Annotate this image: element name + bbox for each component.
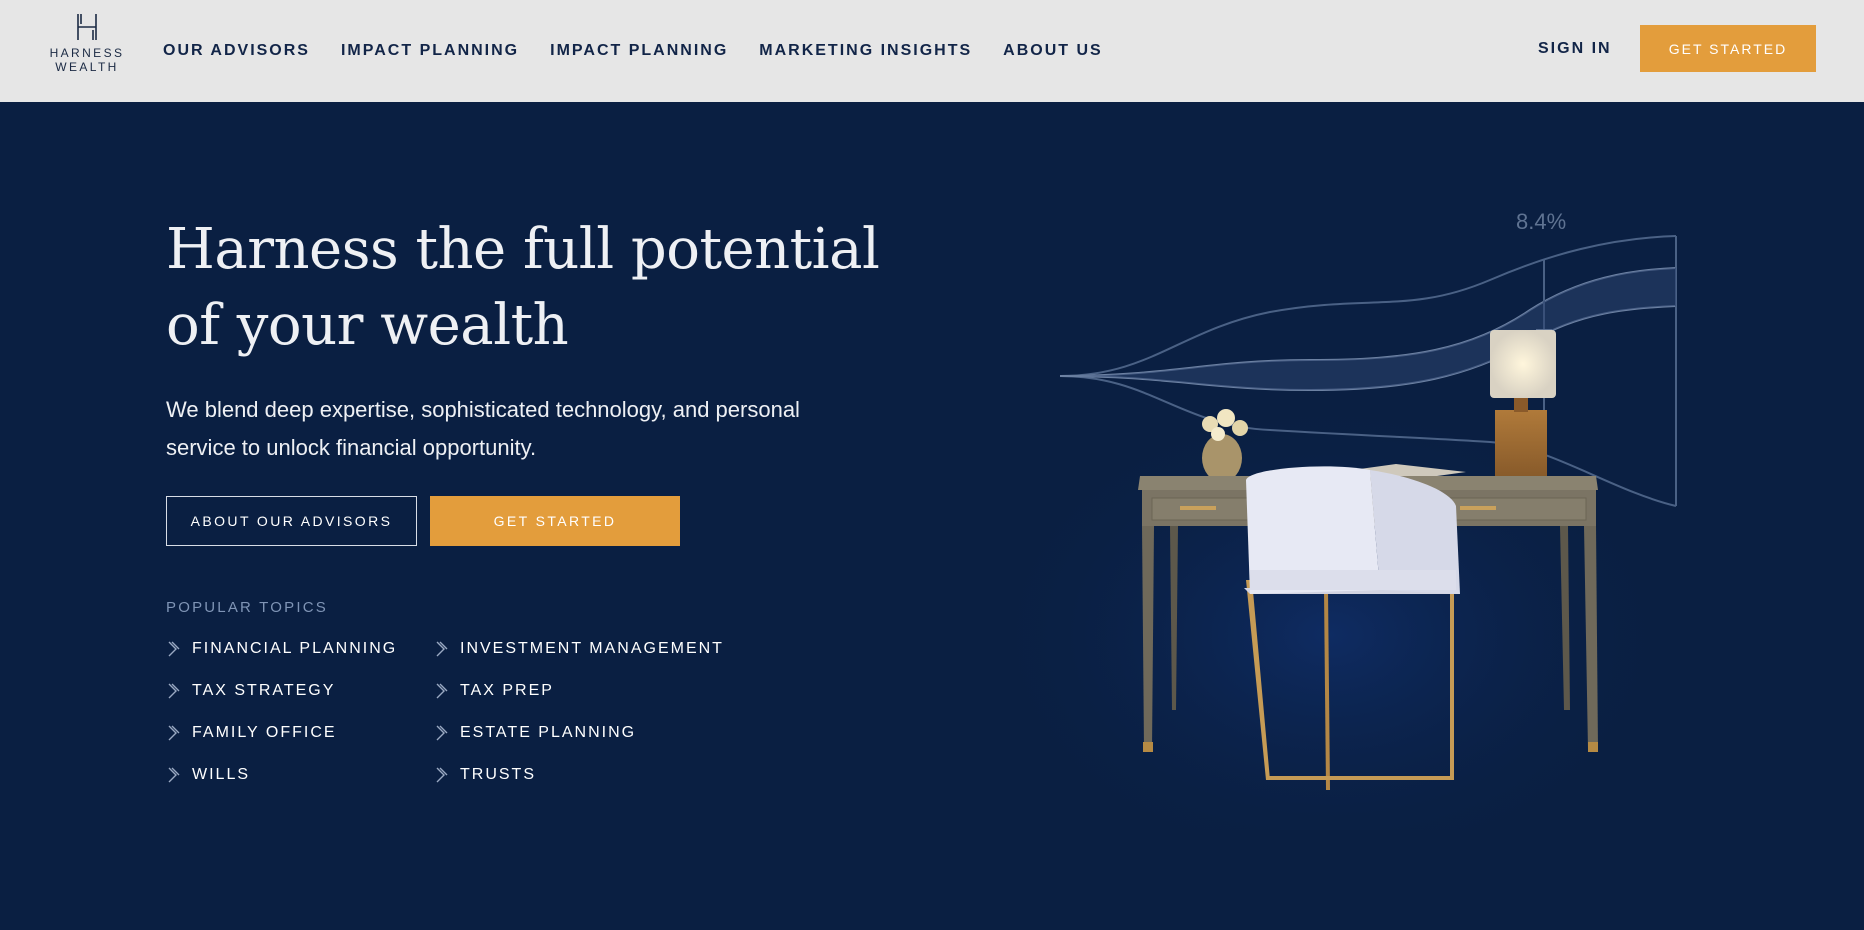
nav-link-our-advisors[interactable]: OUR ADVISORS: [163, 42, 310, 60]
chevron-right-icon: [436, 683, 448, 699]
chevron-right-icon: [436, 725, 448, 741]
nav-get-started-button[interactable]: GET STARTED: [1640, 25, 1816, 72]
topic-link-investment-management[interactable]: INVESTMENT MANAGEMENT: [434, 640, 724, 658]
topic-link-tax-prep[interactable]: TAX PREP: [434, 682, 554, 700]
chevron-right-icon: [436, 767, 448, 783]
topic-link-family-office[interactable]: FAMILY OFFICE: [166, 724, 337, 742]
nav-links: OUR ADVISORS IMPACT PLANNING IMPACT PLAN…: [163, 0, 1134, 102]
desk-growth-illustration: [970, 235, 1690, 830]
ambient-glow: [970, 360, 1690, 830]
sign-in-link[interactable]: SIGN IN: [1538, 40, 1612, 58]
logo-wordmark: HARNESS WEALTH: [49, 46, 125, 74]
hero-title: Harness the full potential of your wealt…: [166, 217, 880, 358]
topic-link-trusts[interactable]: TRUSTS: [434, 766, 536, 784]
nav-link-impact-planning[interactable]: IMPACT PLANNING: [341, 42, 519, 60]
topic-link-tax-strategy[interactable]: TAX STRATEGY: [166, 682, 335, 700]
chevron-right-icon: [168, 683, 180, 699]
chevron-right-icon: [436, 641, 448, 657]
nav-link-about-us[interactable]: ABOUT US: [1003, 42, 1103, 60]
chevron-right-icon: [168, 641, 180, 657]
chevron-right-icon: [168, 767, 180, 783]
topic-link-wills[interactable]: WILLS: [166, 766, 250, 784]
nav-link-marketing-insights[interactable]: MARKETING INSIGHTS: [759, 42, 972, 60]
hero-get-started-button[interactable]: GET STARTED: [430, 496, 680, 546]
top-navigation: HARNESS WEALTH OUR ADVISORS IMPACT PLANN…: [0, 0, 1864, 102]
popular-topics-label: POPULAR TOPICS: [166, 599, 328, 616]
topic-link-financial-planning[interactable]: FINANCIAL PLANNING: [166, 640, 397, 658]
harness-wealth-logo[interactable]: HARNESS WEALTH: [48, 12, 126, 76]
chevron-right-icon: [168, 725, 180, 741]
nav-link-impact-planning-2[interactable]: IMPACT PLANNING: [550, 42, 728, 60]
topic-link-estate-planning[interactable]: ESTATE PLANNING: [434, 724, 636, 742]
about-our-advisors-button[interactable]: ABOUT OUR ADVISORS: [166, 496, 417, 546]
hero-subtitle: We blend deep expertise, sophisticated t…: [166, 397, 800, 460]
h-monogram-icon: [77, 14, 97, 40]
